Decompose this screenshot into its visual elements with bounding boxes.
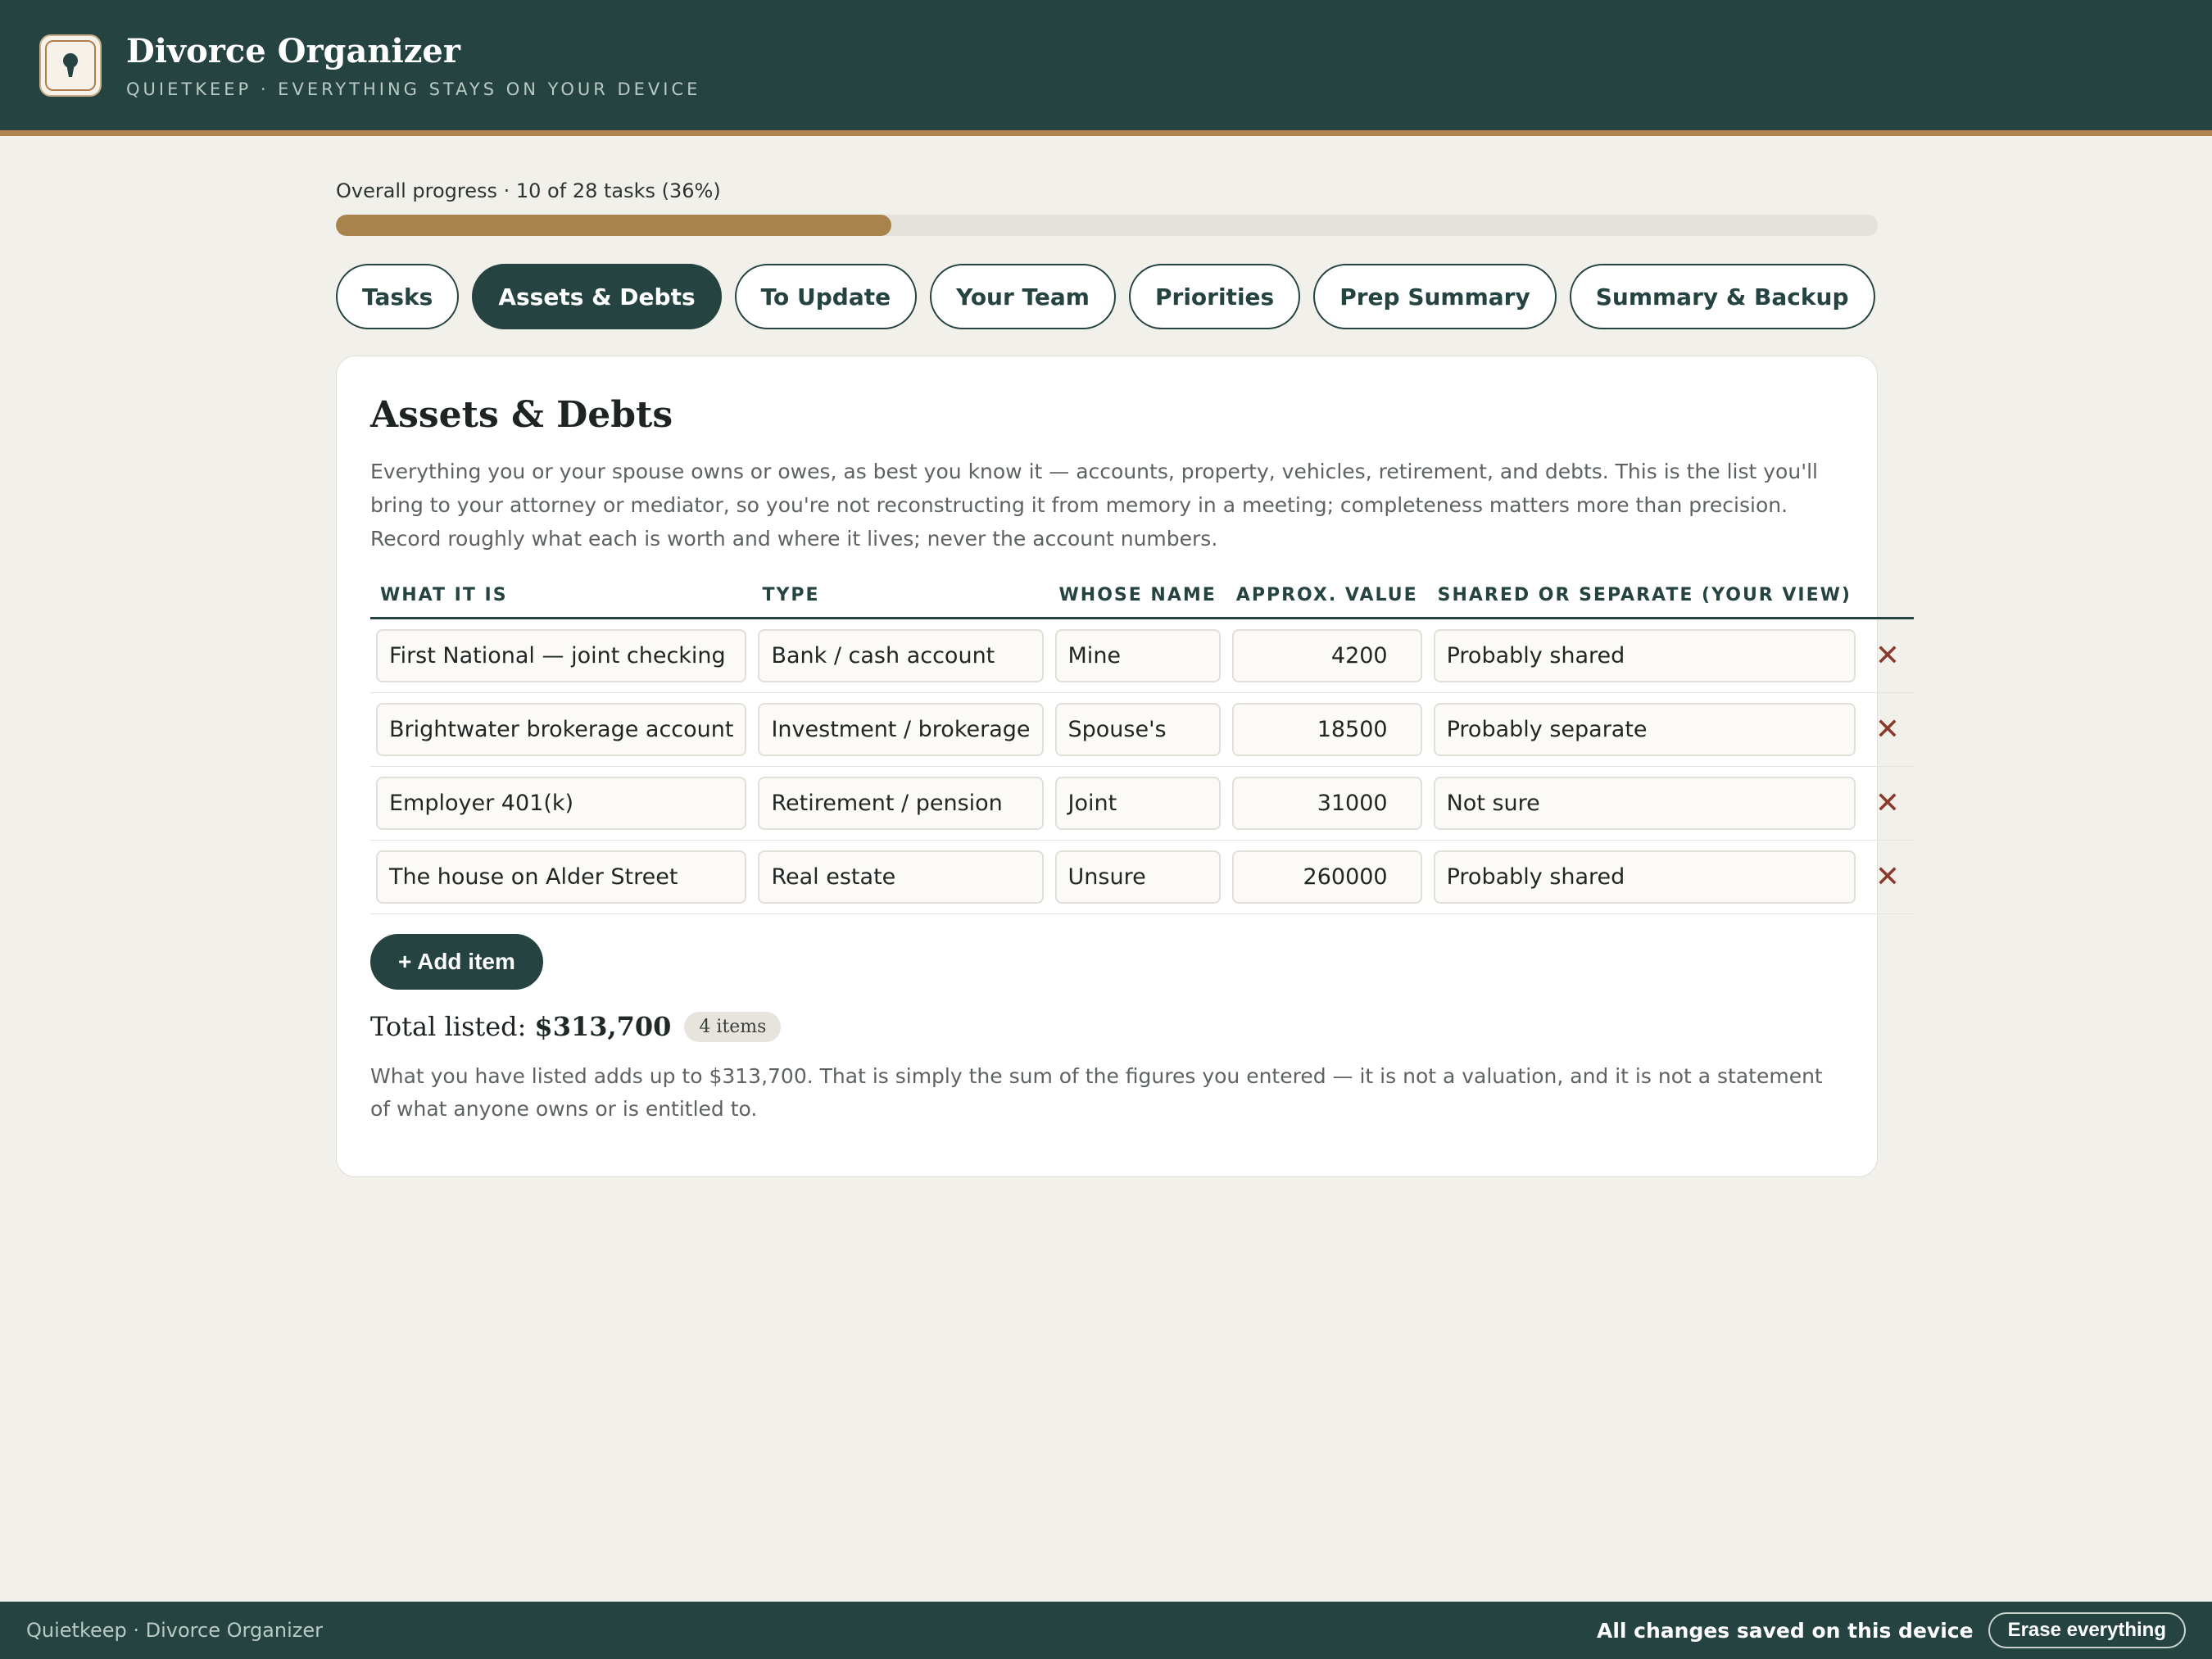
item-whose-input[interactable]: Unsure [1054, 850, 1221, 904]
header-text: Divorce Organizer QUIETKEEP · EVERYTHING… [126, 32, 700, 99]
close-icon[interactable]: ✕ [1867, 703, 1908, 756]
app-footer: Quietkeep · Divorce Organizer All change… [0, 1602, 2212, 1659]
item-value-input[interactable]: 18500 [1231, 703, 1422, 756]
footer-actions: All changes saved on this device Erase e… [1597, 1612, 2186, 1648]
app-title: Divorce Organizer [126, 31, 460, 70]
progress-fill [336, 215, 891, 236]
app-header: Divorce Organizer QUIETKEEP · EVERYTHING… [0, 0, 2212, 136]
tab-your-team[interactable]: Your Team [930, 264, 1116, 329]
item-whose-input[interactable]: Mine [1054, 629, 1221, 682]
item-type-input[interactable]: Real estate [758, 850, 1044, 904]
column-header-value: APPROX. VALUE [1226, 585, 1428, 619]
total-label: Total listed: [370, 1011, 527, 1042]
tab-prep-summary[interactable]: Prep Summary [1313, 264, 1557, 329]
item-count-badge: 4 items [684, 1011, 782, 1042]
column-header-what: WHAT IT IS [370, 585, 753, 619]
close-icon[interactable]: ✕ [1867, 850, 1908, 904]
tab-priorities[interactable]: Priorities [1128, 264, 1301, 329]
total-row: Total listed: $313,700 4 items [370, 1011, 1844, 1042]
tab-tasks[interactable]: Tasks [336, 264, 460, 329]
assets-table: WHAT IT IS TYPE WHOSE NAME APPROX. VALUE… [370, 585, 1914, 914]
section-title: Assets & Debts [370, 394, 673, 436]
main-content: Overall progress · 10 of 28 tasks (36%) … [336, 179, 1914, 1177]
section-description: Everything you or your spouse owns or ow… [370, 460, 1818, 551]
item-shared-input[interactable]: Probably shared [1433, 629, 1856, 682]
tab-summary-backup[interactable]: Summary & Backup [1569, 264, 1875, 329]
progress-bar [336, 215, 1878, 236]
item-name-input[interactable]: The house on Alder Street [376, 850, 747, 904]
item-shared-input[interactable]: Probably shared [1433, 850, 1856, 904]
item-shared-input[interactable]: Not sure [1433, 777, 1856, 830]
save-status: All changes saved on this device [1596, 1618, 1974, 1643]
item-value-input[interactable]: 260000 [1231, 850, 1422, 904]
item-name-input[interactable]: Brightwater brokerage account [376, 703, 747, 756]
app-subtitle: QUIETKEEP · EVERYTHING STAYS ON YOUR DEV… [126, 79, 701, 99]
item-whose-input[interactable]: Spouse's [1054, 703, 1221, 756]
item-shared-input[interactable]: Probably separate [1433, 703, 1856, 756]
table-row: The house on Alder Street Real estate Un… [370, 840, 1914, 914]
keyhole-icon [63, 52, 78, 77]
item-type-input[interactable]: Bank / cash account [758, 629, 1044, 682]
add-item-button[interactable]: + Add item [370, 934, 543, 990]
total-value: $313,700 [534, 1011, 672, 1042]
total-note: What you have listed adds up to $313,700… [370, 1064, 1823, 1121]
tab-bar: Tasks Assets & Debts To Update Your Team… [336, 264, 1878, 329]
assets-debts-card: Assets & Debts Everything you or your sp… [336, 356, 1914, 1177]
column-header-actions [1861, 585, 1914, 619]
table-header-row: WHAT IT IS TYPE WHOSE NAME APPROX. VALUE… [370, 585, 1914, 619]
close-icon[interactable]: ✕ [1867, 629, 1908, 682]
app-logo [39, 34, 102, 97]
item-value-input[interactable]: 31000 [1231, 777, 1422, 830]
column-header-shared: SHARED OR SEPARATE (YOUR VIEW) [1427, 585, 1861, 619]
tab-assets-debts[interactable]: Assets & Debts [472, 264, 722, 329]
item-whose-input[interactable]: Joint [1054, 777, 1221, 830]
item-type-input[interactable]: Retirement / pension [758, 777, 1044, 830]
item-value-input[interactable]: 4200 [1231, 629, 1422, 682]
item-type-input[interactable]: Investment / brokerage [758, 703, 1044, 756]
progress-label: Overall progress · 10 of 28 tasks (36%) [336, 179, 721, 202]
item-name-input[interactable]: First National — joint checking [376, 629, 747, 682]
footer-brand: Quietkeep · Divorce Organizer [26, 1619, 323, 1642]
tab-to-update[interactable]: To Update [734, 264, 918, 329]
table-row: Brightwater brokerage account Investment… [370, 692, 1914, 767]
column-header-whose: WHOSE NAME [1049, 585, 1226, 619]
erase-everything-button[interactable]: Erase everything [1988, 1612, 2186, 1648]
column-header-type: TYPE [752, 585, 1049, 619]
item-name-input[interactable]: Employer 401(k) [376, 777, 747, 830]
table-row: First National — joint checking Bank / c… [370, 618, 1914, 693]
close-icon[interactable]: ✕ [1867, 777, 1908, 830]
table-row: Employer 401(k) Retirement / pension Joi… [370, 766, 1914, 841]
